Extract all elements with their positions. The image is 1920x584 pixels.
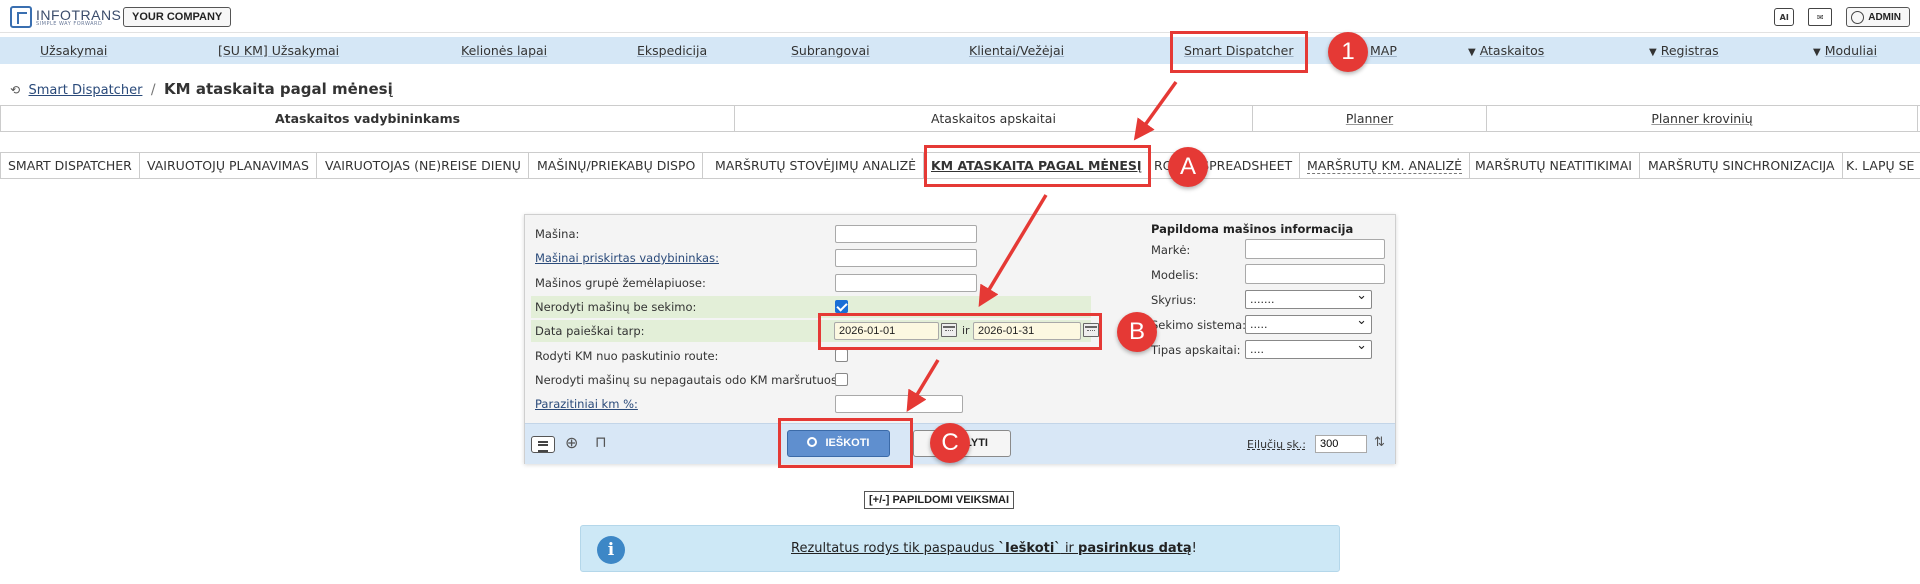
info-text: Rezultatus rodys tik paspaudus `Ieškoti`… <box>791 541 1197 556</box>
subtab-masinu-priekabu-dispo[interactable]: MAŠINŲ/PRIEKABŲ DISPO <box>530 153 704 178</box>
history-icon[interactable]: ⟲ <box>10 83 20 97</box>
admin-button[interactable]: ADMIN <box>1846 7 1910 27</box>
annotation-marker-c: C <box>930 423 970 463</box>
tab-planner[interactable]: Planner <box>1253 106 1487 131</box>
annotation-marker-a: A <box>1168 147 1208 187</box>
subtab-k-lapu-se[interactable]: K. LAPŲ SE <box>1839 153 1920 178</box>
dropdown-arrow-icon: ▼ <box>1468 47 1476 58</box>
rows-count-label: Eilučių sk.: <box>1247 438 1306 451</box>
highlight-km-ataskaita <box>924 145 1151 187</box>
field-nepagautais-odo: Nerodyti mašinų su nepagautais odo KM ma… <box>535 373 848 387</box>
infotrans-logo[interactable]: INFOTRANS SIMPLE WAY FORWARD <box>10 6 121 28</box>
parazitiniai-km-input[interactable] <box>835 395 963 413</box>
nav-item-keliones-lapai[interactable]: Kelionės lapai <box>461 43 547 58</box>
skyrius-select[interactable]: ....... <box>1245 288 1372 309</box>
top-bar: INFOTRANS SIMPLE WAY FORWARD YOUR COMPAN… <box>0 0 1920 33</box>
modelis-label: Modelis: <box>1151 268 1199 282</box>
nav-item-registras[interactable]: ▼ Registras <box>1649 43 1719 58</box>
menu-icon[interactable] <box>531 436 555 453</box>
subtab-marsrutu-neatitikimai[interactable]: MARŠRUTŲ NEATITIKIMAI <box>1468 153 1640 178</box>
sekimo-sistema-select[interactable]: ..... <box>1245 313 1372 334</box>
rodyti-km-route-checkbox[interactable] <box>835 349 848 362</box>
subtab-vairuotojas-nereise[interactable]: VAIRUOTOJAS (NE)REISE DIENŲ <box>318 153 529 178</box>
nepagautais-odo-checkbox[interactable] <box>835 373 848 386</box>
info-message: i Rezultatus rodys tik paspaudus `Ieškot… <box>580 525 1340 572</box>
field-vadybininkas: Mašinai priskirtas vadybininkas: <box>531 247 1105 269</box>
nav-item-ataskaitos[interactable]: ▼ Ataskaitos <box>1468 43 1544 58</box>
nav-item-map[interactable]: MAP <box>1370 43 1397 58</box>
tab-ataskaitos-apskaitai[interactable]: Ataskaitos apskaitai <box>735 106 1253 131</box>
tipas-apskaitai-select[interactable]: .... <box>1245 338 1372 359</box>
breadcrumb-separator: / <box>150 82 156 98</box>
breadcrumb-link[interactable]: Smart Dispatcher <box>29 83 143 98</box>
user-icon <box>1851 10 1865 24</box>
nav-item-uzsakymai[interactable]: Užsakymai <box>40 43 107 58</box>
side-info-title: Papildoma mašinos informacija <box>1151 222 1354 236</box>
zoom-icon[interactable]: ⊕ <box>565 433 578 452</box>
nerodyti-be-sekimo-checkbox[interactable] <box>835 300 848 313</box>
highlight-search-button <box>778 418 913 468</box>
nav-item-klientai-vezejai[interactable]: Klientai/Vežėjai <box>969 43 1064 58</box>
field-parazitiniai-km: Parazitiniai km %: <box>531 393 1105 415</box>
highlight-date-range <box>818 313 1102 350</box>
dropdown-arrow-icon: ▼ <box>1813 47 1821 58</box>
bookmark-icon[interactable]: ⊓ <box>595 433 607 451</box>
info-icon: i <box>597 536 625 564</box>
subtab-smart-dispatcher[interactable]: SMART DISPATCHER <box>0 153 140 178</box>
rows-count-input[interactable] <box>1315 435 1367 453</box>
logo-icon <box>10 6 32 28</box>
page-title: KM ataskaita pagal mėnesį <box>164 80 393 98</box>
masinos-grupe-input[interactable] <box>835 274 977 292</box>
subtab-marsrutu-km-analize[interactable]: MARŠRUTŲ KM. ANALIZĖ <box>1300 153 1471 178</box>
subtab-vairuotoju-planavimas[interactable]: VAIRUOTOJŲ PLANAVIMAS <box>140 153 317 178</box>
sekimo-sistema-label: Sekimo sistema: <box>1151 318 1247 332</box>
extra-actions-button[interactable]: [+/-] PAPILDOMI VEIKSMAI <box>864 491 1015 509</box>
nav-item-ekspedicija[interactable]: Ekspedicija <box>637 43 707 58</box>
tipas-apskaitai-label: Tipas apskaitai: <box>1151 343 1241 357</box>
tab-ataskaitos-vadybininkams[interactable]: Ataskaitos vadybininkams <box>0 106 735 131</box>
vadybininkas-input[interactable] <box>835 249 977 267</box>
company-button[interactable]: YOUR COMPANY <box>123 7 232 27</box>
logo-name: INFOTRANS <box>36 6 122 23</box>
modelis-input[interactable] <box>1245 264 1385 284</box>
dropdown-arrow-icon: ▼ <box>1649 47 1657 58</box>
field-masinos-grupe: Mašinos grupė žemėlapiuose: <box>531 272 1105 294</box>
field-masina: Mašina: <box>531 223 1105 245</box>
nav-item-moduliai[interactable]: ▼ Moduliai <box>1813 43 1877 58</box>
mail-icon[interactable]: ✉ <box>1808 8 1833 26</box>
report-tabs: Ataskaitos vadybininkams Ataskaitos apsk… <box>0 105 1920 132</box>
admin-label: ADMIN <box>1868 11 1901 23</box>
masina-input[interactable] <box>835 225 977 243</box>
marke-label: Markė: <box>1151 243 1191 257</box>
skyrius-label: Skyrius: <box>1151 293 1197 307</box>
tab-planner-kroviniu[interactable]: Planner krovinių <box>1487 106 1918 131</box>
annotation-marker-b: B <box>1117 312 1157 352</box>
ai-chip-icon[interactable]: AI <box>1774 8 1795 26</box>
marke-input[interactable] <box>1245 239 1385 259</box>
nav-item-su-km-uzsakymai[interactable]: [SU KM] Užsakymai <box>218 43 339 58</box>
subtab-marsrutu-stovejimu[interactable]: MARŠRUTŲ STOVĖJIMŲ ANALIZĖ <box>708 153 925 178</box>
breadcrumb: ⟲ Smart Dispatcher / KM ataskaita pagal … <box>10 80 393 98</box>
subtab-marsrutu-sinchronizacija[interactable]: MARŠRUTŲ SINCHRONIZACIJA <box>1641 153 1843 178</box>
top-icons: AI ✉ ADMIN <box>1774 7 1910 27</box>
annotation-marker-1: 1 <box>1328 32 1368 72</box>
sort-icon[interactable]: ⇅ <box>1374 435 1385 450</box>
highlight-smart-dispatcher <box>1170 31 1308 73</box>
main-nav: Užsakymai [SU KM] Užsakymai Kelionės lap… <box>0 37 1920 64</box>
nav-item-subrangovai[interactable]: Subrangovai <box>791 43 870 58</box>
